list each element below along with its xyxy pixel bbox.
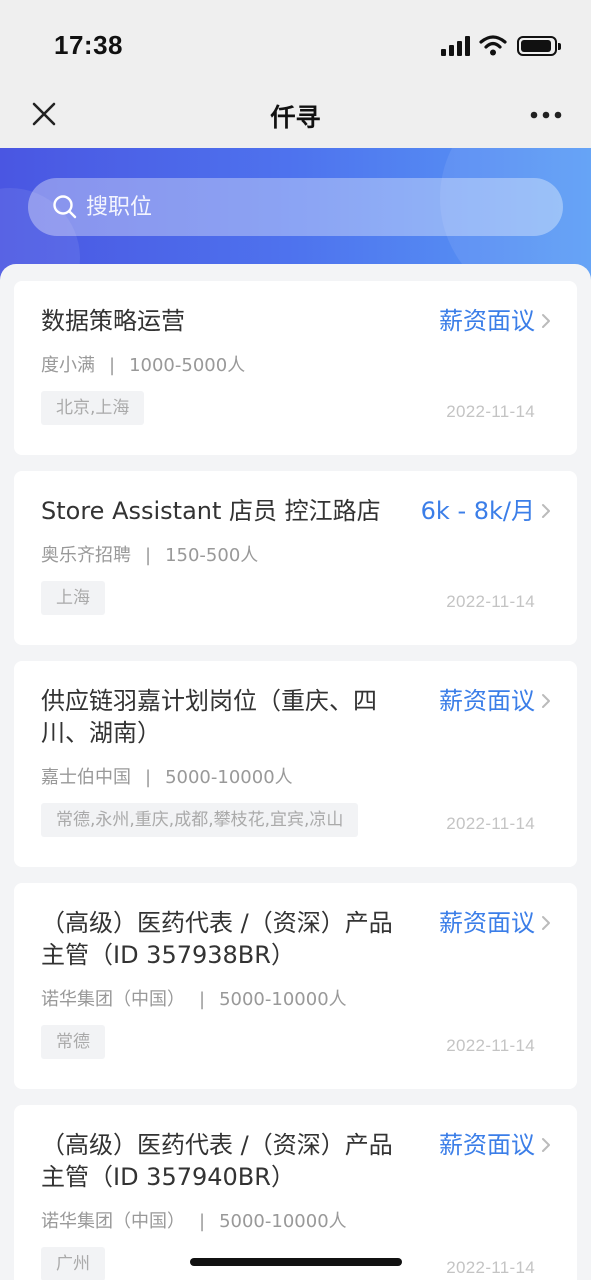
post-date: 2022-11-14 bbox=[446, 592, 535, 611]
job-salary: 薪资面议 bbox=[439, 687, 535, 715]
company-name: 诺华集团（中国） bbox=[41, 989, 185, 1010]
meta-separator: | bbox=[145, 767, 152, 788]
job-salary: 薪资面议 bbox=[439, 307, 535, 335]
company-name: 嘉士伯中国 bbox=[41, 767, 131, 788]
page-title: 仟寻 bbox=[270, 103, 321, 132]
location-tag: 常德,永州,重庆,成都,攀枝花,宜宾,凉山 bbox=[41, 803, 359, 837]
post-date: 2022-11-14 bbox=[446, 1036, 535, 1055]
status-time: 17:38 bbox=[54, 30, 123, 60]
post-date: 2022-11-14 bbox=[446, 402, 535, 421]
search-icon bbox=[53, 195, 77, 219]
job-card[interactable]: Store Assistant 店员 控江路店 6k - 8k/月 奥乐齐招聘 |… bbox=[14, 471, 577, 645]
company-name: 度小满 bbox=[41, 355, 95, 376]
company-name: 奥乐齐招聘 bbox=[41, 545, 131, 566]
company-size: 5000-10000人 bbox=[219, 989, 347, 1010]
job-title: 供应链羽嘉计划岗位（重庆、四川、湖南） bbox=[41, 687, 377, 747]
company-size: 150-500人 bbox=[165, 545, 259, 566]
chevron-right-icon bbox=[542, 694, 550, 708]
job-meta: 诺华集团（中国） | 5000-10000人 bbox=[41, 985, 347, 1011]
company-size: 5000-10000人 bbox=[165, 767, 293, 788]
job-salary: 薪资面议 bbox=[439, 1131, 535, 1159]
job-meta: 奥乐齐招聘 | 150-500人 bbox=[41, 541, 258, 567]
job-title: （高级）医药代表 /（资深）产品主管（ID 357938BR） bbox=[41, 909, 393, 969]
post-date: 2022-11-14 bbox=[446, 814, 535, 833]
job-card[interactable]: 供应链羽嘉计划岗位（重庆、四川、湖南） 薪资面议 嘉士伯中国 | 5000-1000… bbox=[14, 661, 577, 867]
company-size: 1000-5000人 bbox=[129, 355, 246, 376]
nav-bar: 仟寻 bbox=[0, 88, 591, 148]
meta-separator: | bbox=[199, 989, 206, 1010]
job-list: 数据策略运营 薪资面议 度小满 | 1000-5000人 北京,上海 2022-11… bbox=[0, 264, 591, 1280]
search-input[interactable] bbox=[86, 191, 526, 223]
meta-separator: | bbox=[199, 1211, 206, 1232]
more-icon[interactable] bbox=[529, 110, 563, 120]
location-tag: 北京,上海 bbox=[41, 391, 145, 425]
battery-icon bbox=[517, 36, 561, 56]
location-tag: 广州 bbox=[41, 1247, 105, 1280]
meta-separator: | bbox=[109, 355, 116, 376]
chevron-right-icon bbox=[542, 916, 550, 930]
job-salary: 6k - 8k/月 bbox=[420, 497, 535, 525]
search-bar[interactable] bbox=[28, 178, 563, 236]
job-card[interactable]: （高级）医药代表 /（资深）产品主管（ID 357938BR） 薪资面议 诺华集… bbox=[14, 883, 577, 1089]
chevron-right-icon bbox=[542, 314, 550, 328]
company-size: 5000-10000人 bbox=[219, 1211, 347, 1232]
job-title: Store Assistant 店员 控江路店 bbox=[41, 497, 381, 525]
post-date: 2022-11-14 bbox=[446, 1258, 535, 1277]
chevron-right-icon bbox=[542, 504, 550, 518]
location-tag: 上海 bbox=[41, 581, 105, 615]
job-meta: 嘉士伯中国 | 5000-10000人 bbox=[41, 763, 293, 789]
wifi-icon bbox=[479, 35, 507, 56]
location-tag: 常德 bbox=[41, 1025, 105, 1059]
job-meta: 诺华集团（中国） | 5000-10000人 bbox=[41, 1207, 347, 1233]
status-bar: 17:38 bbox=[0, 0, 591, 88]
meta-separator: | bbox=[145, 545, 152, 566]
job-title: 数据策略运营 bbox=[41, 307, 185, 335]
home-indicator[interactable] bbox=[190, 1258, 402, 1266]
job-card[interactable]: 数据策略运营 薪资面议 度小满 | 1000-5000人 北京,上海 2022-11… bbox=[14, 281, 577, 455]
job-title: （高级）医药代表 /（资深）产品主管（ID 357940BR） bbox=[41, 1131, 393, 1191]
job-card[interactable]: （高级）医药代表 /（资深）产品主管（ID 357940BR） 薪资面议 诺华集… bbox=[14, 1105, 577, 1280]
chevron-right-icon bbox=[542, 1138, 550, 1152]
company-name: 诺华集团（中国） bbox=[41, 1211, 185, 1232]
job-salary: 薪资面议 bbox=[439, 909, 535, 937]
signal-icon bbox=[441, 36, 471, 56]
job-meta: 度小满 | 1000-5000人 bbox=[41, 351, 245, 377]
